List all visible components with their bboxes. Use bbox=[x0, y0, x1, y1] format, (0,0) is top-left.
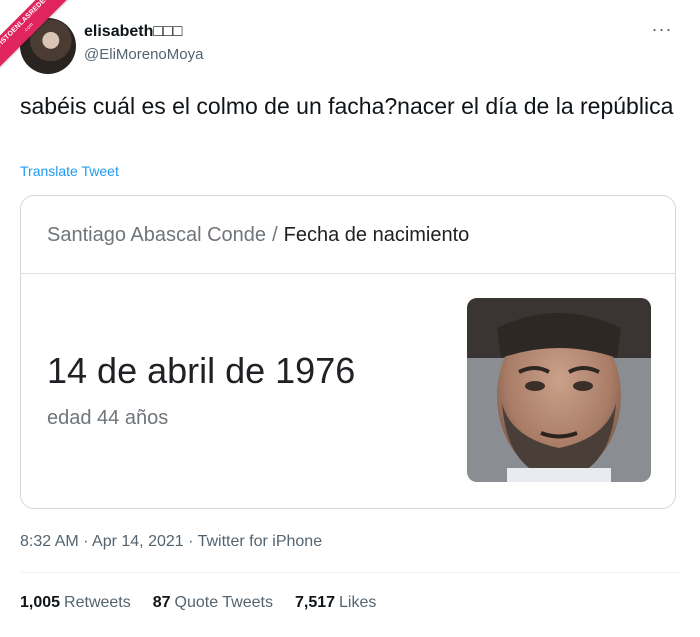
stat-count: 87 bbox=[152, 594, 171, 611]
stat-count: 7,517 bbox=[294, 594, 336, 611]
stat-label: Retweets bbox=[64, 594, 131, 611]
age-text: edad 44 años bbox=[47, 407, 169, 429]
knowledge-card[interactable]: Santiago Abascal Conde / Fecha de nacimien… bbox=[20, 195, 676, 509]
author-names: elisabeth□□□ @EliMorenoMoya bbox=[84, 22, 203, 66]
divider bbox=[20, 572, 680, 573]
card-breadcrumb: Santiago Abascal Conde / Fecha de nacimien… bbox=[21, 196, 675, 274]
tweet-stats: 1,005 Retweets 87 Quote Tweets 7,517 Likes bbox=[20, 594, 376, 612]
stat-label: Likes bbox=[339, 594, 377, 611]
tweet-timestamp[interactable]: 8:32 AM · Apr 14, 2021 · Twitter for iPh… bbox=[20, 533, 322, 551]
stat-label: Quote Tweets bbox=[174, 594, 273, 611]
portrait-image bbox=[467, 298, 651, 482]
stat-quote-tweets[interactable]: 87 Quote Tweets bbox=[153, 594, 273, 612]
display-name[interactable]: elisabeth□□□ bbox=[84, 22, 203, 42]
user-handle[interactable]: @EliMorenoMoya bbox=[84, 44, 203, 66]
translate-tweet-link[interactable]: Translate Tweet bbox=[20, 163, 119, 179]
tweet-header: elisabeth□□□ @EliMorenoMoya ··· bbox=[20, 18, 680, 78]
more-horizontal-icon[interactable]: ··· bbox=[650, 20, 674, 42]
stat-likes[interactable]: 7,517 Likes bbox=[295, 594, 376, 612]
breadcrumb-attribute: Fecha de nacimiento bbox=[283, 224, 470, 246]
tweet-text: sabéis cuál es el colmo de un facha?nace… bbox=[20, 93, 674, 119]
breadcrumb-entity: Santiago Abascal Conde bbox=[47, 224, 267, 246]
birth-date: 14 de abril de 1976 bbox=[47, 350, 356, 391]
stat-retweets[interactable]: 1,005 Retweets bbox=[20, 594, 131, 612]
breadcrumb-separator: / bbox=[272, 224, 278, 246]
stat-count: 1,005 bbox=[20, 594, 61, 611]
portrait-photo bbox=[467, 298, 651, 482]
